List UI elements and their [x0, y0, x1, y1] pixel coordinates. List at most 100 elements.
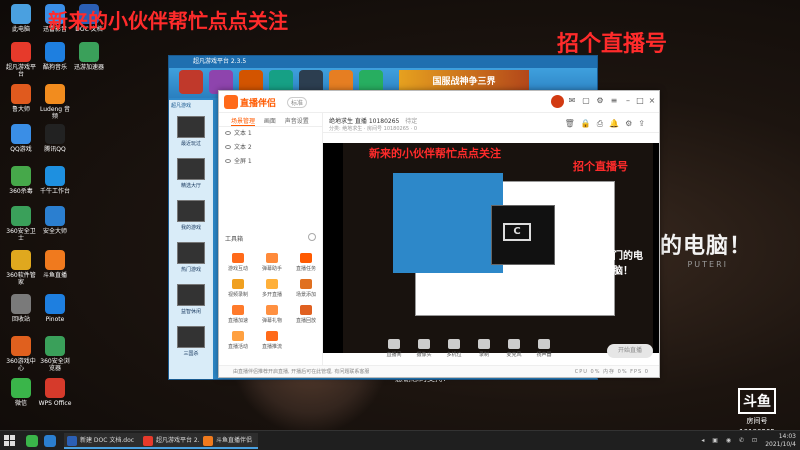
stream-app-version-badge[interactable]: 标准 [287, 97, 308, 108]
tab-scene[interactable]: 场景管理 [231, 116, 256, 126]
room-title: 绝地求生 直播 10180265 [329, 118, 400, 125]
stream-control-button[interactable]: 直播间 [381, 339, 407, 358]
game-tile[interactable] [177, 284, 205, 306]
tab-screen[interactable]: 画面 [264, 116, 276, 125]
game-tile[interactable] [177, 200, 205, 222]
desktop-icon[interactable]: 360软件管家 [4, 250, 38, 286]
game-tile[interactable] [177, 158, 205, 180]
toolbox-item[interactable]: 多开直播 [255, 279, 289, 298]
desktop-icon[interactable]: QQ游戏 [4, 124, 38, 153]
desktop-icon[interactable]: 腾讯QQ [38, 124, 72, 153]
tab-audio[interactable]: 声音设置 [285, 116, 309, 125]
toolbox-item-label: 弹幕助手 [261, 266, 282, 272]
room-tag[interactable]: 待定 [405, 118, 417, 125]
toolbox-item[interactable]: 直播活动 [221, 331, 255, 350]
source-item[interactable]: 全屏 1 [219, 155, 322, 169]
desktop-icon[interactable]: 360安全卫士 [4, 206, 38, 242]
system-tray[interactable]: ◂ ▣ ◉ ✆ ⊡ [701, 437, 760, 444]
overlay-follow-caption: 新来的小伙伴帮忙点点关注 [48, 9, 288, 33]
clock[interactable]: 14:03 2021/10/4 [765, 433, 796, 449]
bell-icon[interactable]: 🔔 [609, 119, 625, 128]
toolbox-item-label: 直播回放 [295, 318, 316, 324]
app-icon [11, 206, 31, 226]
toolbox-item[interactable]: 直播回放 [289, 305, 323, 324]
desktop-icon-label: 360安全卫士 [6, 228, 36, 242]
menu-icon[interactable]: ≡ [609, 96, 619, 106]
toolbox-item[interactable]: 弹幕礼物 [255, 305, 289, 324]
close-icon[interactable]: × [647, 96, 657, 106]
lock-icon[interactable]: 🔒 [581, 119, 597, 128]
source-item[interactable]: 文本 1 [219, 127, 322, 141]
desktop-icon[interactable]: 超凡游戏平台 [4, 42, 38, 78]
desktop-icon[interactable]: 360安全浏览器 [38, 336, 72, 372]
stream-app-window[interactable]: 直播伴侣 标准 ✉ ▢ ⚙ ≡ – □ × 场景管理 画面 声音设置 文本 1文… [218, 90, 660, 378]
preview-nested-game-window [393, 173, 503, 273]
desktop-icon-label: 此电脑 [11, 26, 30, 33]
desktop-icon[interactable]: 微信 [4, 378, 38, 407]
stream-control-button[interactable]: 麦克风 [501, 339, 527, 358]
toolbox-item[interactable]: 弹幕助手 [255, 253, 289, 272]
game-tile[interactable] [177, 326, 205, 348]
desktop-icon[interactable]: 安全大师 [38, 206, 72, 235]
toolbox-item[interactable]: 直播任务 [289, 253, 323, 272]
minimize-icon[interactable]: – [623, 96, 633, 106]
settings-icon[interactable]: ⚙ [625, 119, 638, 128]
desktop-icon[interactable]: 360游戏中心 [4, 336, 38, 372]
message-icon[interactable]: ✉ [567, 96, 577, 106]
start-button[interactable] [4, 435, 16, 447]
tool-icon [232, 305, 244, 315]
control-icon [478, 339, 490, 349]
app-icon [79, 42, 99, 62]
stream-control-button[interactable]: 多机位 [441, 339, 467, 358]
eye-icon[interactable] [225, 159, 231, 163]
room-actions: 🗑🔒⎙🔔⚙⇪ [565, 119, 651, 129]
browser-icon[interactable] [44, 435, 56, 447]
desktop-icon-label: 酷狗音乐 [42, 64, 67, 71]
eye-icon[interactable] [225, 131, 231, 135]
desktop-icon-label: 腾讯QQ [44, 146, 66, 153]
desktop-icon[interactable]: 斗鱼直播 [38, 250, 72, 279]
taskbar-item-label: 新建 DOC 文档.doc [80, 437, 135, 444]
taskbar-item[interactable]: 新建 DOC 文档.doc [64, 433, 141, 449]
search-icon[interactable] [26, 435, 38, 447]
desktop-icon[interactable]: WPS Office [38, 378, 72, 407]
share-icon[interactable]: ⇪ [638, 119, 651, 128]
toolbox-more-icon[interactable] [308, 233, 316, 241]
print-icon[interactable]: ⎙ [597, 119, 609, 128]
taskbar-item[interactable]: 斗鱼直播伴侣 [200, 433, 259, 449]
preview-capture: 新来的小伙伴帮忙点点关注 招个直播号 C 门的电脑！ [343, 143, 653, 353]
toolbox-item[interactable]: 场景添加 [289, 279, 323, 298]
avatar[interactable] [551, 95, 564, 108]
stream-preview[interactable]: 新来的小伙伴帮忙点点关注 招个直播号 C 门的电脑！ [323, 143, 659, 353]
skin-icon[interactable]: ▢ [581, 96, 591, 106]
game-icon[interactable] [179, 70, 203, 94]
footer-notice: 由直播伴侣推荐开启直播, 开播后可在此管理, 有问题联系客服 [233, 369, 370, 375]
toolbox-item[interactable]: 直播推流 [255, 331, 289, 350]
desktop-icon[interactable]: 酷狗音乐 [38, 42, 72, 71]
toolbox-item[interactable]: 直播加速 [221, 305, 255, 324]
douyu-watermark: 斗鱼 房间号 10180265 [728, 388, 786, 436]
eye-icon[interactable] [225, 145, 231, 149]
desktop-icon[interactable]: 360杀毒 [4, 166, 38, 195]
desktop-icon[interactable]: 此电脑 [4, 4, 38, 33]
stream-control-button[interactable]: 录制 [471, 339, 497, 358]
desktop-icon[interactable]: 千牛工作台 [38, 166, 72, 195]
stream-control-label: 扬声器 [536, 352, 552, 358]
room-name[interactable]: 绝地求生 直播 10180265 待定 [329, 116, 417, 125]
source-item[interactable]: 文本 2 [219, 141, 322, 155]
toolbox-item[interactable]: 游戏互动 [221, 253, 255, 272]
maximize-icon[interactable]: □ [635, 96, 645, 106]
game-tile[interactable] [177, 242, 205, 264]
go-live-button[interactable]: 开始直播 [607, 344, 653, 358]
desktop-icon[interactable]: 迅游加速器 [72, 42, 106, 71]
desktop-icon[interactable]: Pinote [38, 294, 72, 323]
stream-control-button[interactable]: 摄像头 [411, 339, 437, 358]
toolbox-item[interactable]: 视频录制 [221, 279, 255, 298]
delete-icon[interactable]: 🗑 [565, 119, 581, 128]
desktop-icon[interactable]: 回收站 [4, 294, 38, 323]
game-tile[interactable] [177, 116, 205, 138]
desktop-icon[interactable]: 鲁大师 [4, 84, 38, 113]
stream-control-button[interactable]: 扬声器 [531, 339, 557, 358]
settings-icon[interactable]: ⚙ [595, 96, 605, 106]
desktop-icon[interactable]: Ludeng 音频 [38, 84, 72, 120]
